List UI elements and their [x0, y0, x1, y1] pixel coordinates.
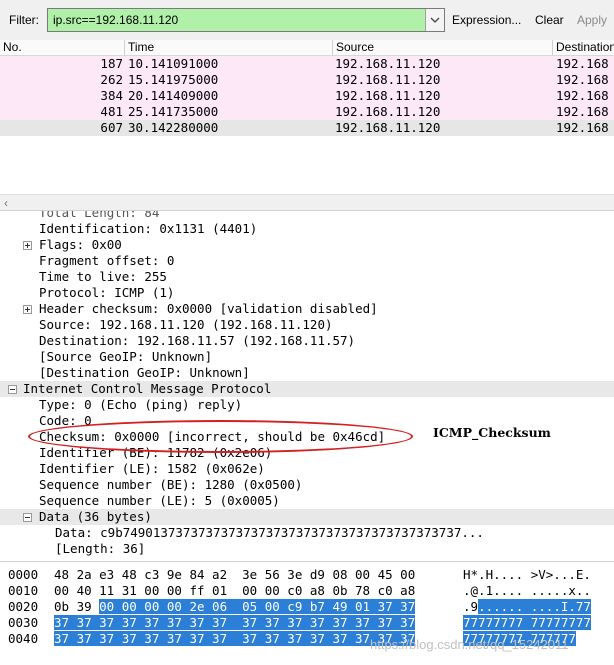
filter-value[interactable]: ip.src==192.168.11.120: [53, 13, 178, 27]
detail-sequence-be[interactable]: Sequence number (BE): 1280 (0x0500): [39, 477, 302, 493]
hex-ascii: .9: [463, 599, 479, 614]
detail-total-length[interactable]: Total Length: 84: [39, 211, 159, 221]
packet-row[interactable]: 384 20.141409000 192.168.11.120 192.168: [0, 88, 614, 104]
packet-source: 192.168.11.120: [335, 104, 441, 119]
watermark: https://blog.csdn.net/qq_15242011: [370, 637, 569, 652]
hex-bytes: 00 40 11 31 00 00 ff 01 00 00 c0 a8 0b 7…: [54, 583, 416, 598]
detail-data[interactable]: Data (36 bytes): [39, 509, 152, 525]
collapse-minus-icon[interactable]: [8, 385, 17, 394]
column-header-time[interactable]: Time: [124, 40, 332, 55]
filter-toolbar: Filter: ip.src==192.168.11.120 Expressio…: [0, 0, 614, 40]
column-header-no[interactable]: No.: [0, 40, 124, 55]
hex-bytes-highlight: 00 00 00 00 2e 06 05 00 c9 b7 49 01 37 3…: [99, 599, 416, 614]
clear-button[interactable]: Clear: [535, 13, 564, 27]
packet-no: 607: [100, 120, 123, 135]
packet-source: 192.168.11.120: [335, 56, 441, 71]
hex-offset: 0030: [8, 615, 39, 630]
detail-fragment-offset[interactable]: Fragment offset: 0: [39, 253, 174, 269]
packet-time: 25.141735000: [128, 104, 219, 119]
hex-bytes: 48 2a e3 48 c3 9e 84 a2 3e 56 3e d9 08 0…: [54, 567, 416, 582]
packet-time: 15.141975000: [128, 72, 219, 87]
filter-dropdown-button[interactable]: [425, 9, 444, 31]
hex-bytes-highlight: 37 37 37 37 37 37 37 37 37 37 37 37 37 3…: [54, 615, 416, 630]
packet-no: 187: [100, 56, 123, 71]
detail-data-length[interactable]: [Length: 36]: [55, 541, 145, 557]
hex-bytes: 0b 39: [54, 599, 100, 614]
detail-ttl[interactable]: Time to live: 255: [39, 269, 167, 285]
packet-row[interactable]: 187 10.141091000 192.168.11.120 192.168: [0, 56, 614, 72]
filter-input[interactable]: ip.src==192.168.11.120: [47, 8, 445, 32]
packet-time: 20.141409000: [128, 88, 219, 103]
expression-button[interactable]: Expression...: [452, 13, 521, 27]
packet-destination: 192.168: [556, 104, 609, 119]
column-header-destination[interactable]: Destination: [552, 40, 614, 55]
detail-icmp[interactable]: Internet Control Message Protocol: [23, 381, 271, 397]
detail-sequence-le[interactable]: Sequence number (LE): 5 (0x0005): [39, 493, 280, 509]
column-header-source[interactable]: Source: [332, 40, 552, 55]
detail-destination-geoip[interactable]: [Destination GeoIP: Unknown]: [39, 365, 250, 381]
hex-offset: 0040: [8, 631, 39, 646]
detail-identifier-le[interactable]: Identifier (LE): 1582 (0x062e): [39, 461, 265, 477]
hex-ascii: .@.1.... .....x..: [463, 583, 591, 598]
detail-header-checksum[interactable]: Header checksum: 0x0000 [validation disa…: [39, 301, 378, 317]
scroll-left-icon[interactable]: ‹: [4, 195, 8, 211]
detail-icmp-type[interactable]: Type: 0 (Echo (ping) reply): [39, 397, 242, 413]
hex-ascii-highlight: ...... ....I.77: [478, 599, 591, 614]
hex-offset: 0010: [8, 583, 39, 598]
packet-source: 192.168.11.120: [335, 120, 441, 135]
detail-flags[interactable]: Flags: 0x00: [39, 237, 122, 253]
packet-time: 30.142280000: [128, 120, 219, 135]
annotation-label: ICMP_Checksum: [433, 425, 551, 440]
packet-list[interactable]: No. Time Source Destination 187 10.14109…: [0, 40, 614, 192]
collapse-minus-icon[interactable]: [23, 513, 32, 522]
packet-details-tree[interactable]: Total Length: 84 Identification: 0x1131 …: [0, 210, 614, 559]
packet-destination: 192.168: [556, 120, 609, 135]
apply-button[interactable]: Apply: [577, 13, 607, 27]
packet-source: 192.168.11.120: [335, 88, 441, 103]
detail-protocol[interactable]: Protocol: ICMP (1): [39, 285, 174, 301]
packet-destination: 192.168: [556, 88, 609, 103]
packet-list-horizontal-scrollbar[interactable]: ‹: [0, 194, 614, 211]
hex-ascii: H*.H.... >V>...E.: [463, 567, 591, 582]
detail-identification[interactable]: Identification: 0x1131 (4401): [39, 221, 257, 237]
hex-ascii-highlight: 77777777 77777777: [463, 615, 591, 630]
checksum-highlight-oval: [28, 420, 413, 453]
packet-source: 192.168.11.120: [335, 72, 441, 87]
hex-offset: 0020: [8, 599, 39, 614]
packet-row[interactable]: 481 25.141735000 192.168.11.120 192.168: [0, 104, 614, 120]
hex-offset: 0000: [8, 567, 39, 582]
packet-destination: 192.168: [556, 56, 609, 71]
packet-no: 481: [100, 104, 123, 119]
packet-list-header: No. Time Source Destination: [0, 40, 614, 56]
detail-data-value[interactable]: Data: c9b7490137373737373737373737373737…: [55, 525, 484, 541]
packet-row-selected[interactable]: 607 30.142280000 192.168.11.120 192.168: [0, 120, 614, 136]
hex-bytes-highlight: 37 37 37 37 37 37 37 37 37 37 37 37 37 3…: [54, 631, 416, 646]
detail-source-geoip[interactable]: [Source GeoIP: Unknown]: [39, 349, 212, 365]
packet-time: 10.141091000: [128, 56, 219, 71]
packet-destination: 192.168: [556, 72, 609, 87]
packet-no: 384: [100, 88, 123, 103]
detail-destination[interactable]: Destination: 192.168.11.57 (192.168.11.5…: [39, 333, 355, 349]
filter-label: Filter:: [9, 13, 39, 27]
expand-plus-icon[interactable]: [23, 241, 32, 250]
chevron-down-icon: [430, 17, 440, 23]
packet-row[interactable]: 262 15.141975000 192.168.11.120 192.168: [0, 72, 614, 88]
packet-no: 262: [100, 72, 123, 87]
expand-plus-icon[interactable]: [23, 305, 32, 314]
detail-source[interactable]: Source: 192.168.11.120 (192.168.11.120): [39, 317, 333, 333]
